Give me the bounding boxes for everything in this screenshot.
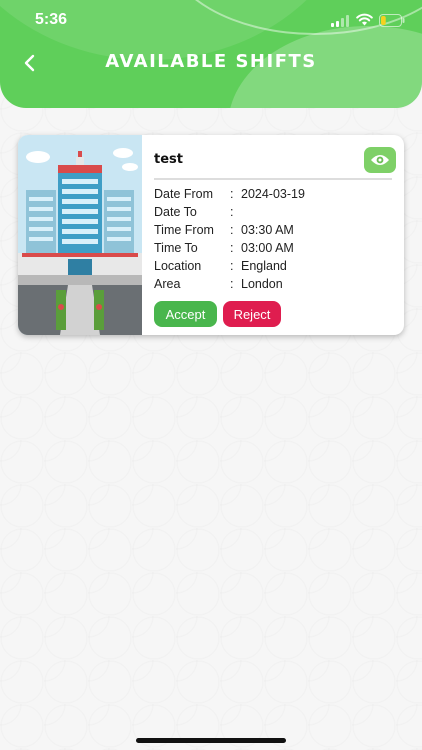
shift-info-list: Date From : 2024-03-19 Date To : Time Fr… (154, 185, 305, 293)
info-label: Area (154, 277, 181, 291)
info-label: Location (154, 259, 202, 273)
wifi-icon (356, 13, 373, 26)
info-value: London (241, 277, 283, 291)
hospital-building-image (18, 135, 142, 335)
view-shift-button[interactable] (364, 147, 396, 173)
info-value: 03:00 AM (241, 241, 294, 255)
info-row-date-from: Date From : 2024-03-19 (154, 185, 305, 203)
page-title: AVAILABLE SHIFTS (105, 51, 317, 72)
info-value: 03:30 AM (241, 223, 294, 237)
divider (154, 178, 392, 180)
info-label: Date To (154, 205, 197, 219)
info-separator: : (230, 241, 234, 255)
info-row-time-to: Time To : 03:00 AM (154, 239, 305, 257)
info-row-date-to: Date To : (154, 203, 305, 221)
app-header: 5:36 AVAILABLE SHIFTS (0, 0, 422, 108)
info-row-location: Location : England (154, 257, 305, 275)
info-row-area: Area : London (154, 275, 305, 293)
info-separator: : (230, 259, 234, 273)
info-value: 2024-03-19 (241, 187, 305, 201)
info-separator: : (230, 187, 234, 201)
shift-details: test Date From : 2024-03-19 Date To : Ti… (154, 135, 404, 335)
home-indicator (136, 738, 286, 743)
cellular-signal-icon (331, 15, 349, 27)
info-label: Date From (154, 187, 214, 201)
info-row-time-from: Time From : 03:30 AM (154, 221, 305, 239)
info-separator: : (230, 205, 234, 219)
info-value: England (241, 259, 287, 273)
accept-button[interactable]: Accept (154, 301, 217, 327)
battery-icon (379, 14, 405, 27)
status-bar: 5:36 (0, 0, 422, 40)
info-label: Time From (154, 223, 214, 237)
reject-button[interactable]: Reject (223, 301, 281, 327)
shift-card: test Date From : 2024-03-19 Date To : Ti… (18, 135, 404, 335)
info-label: Time To (154, 241, 198, 255)
status-time: 5:36 (35, 11, 68, 28)
info-separator: : (230, 223, 234, 237)
eye-icon (371, 155, 389, 165)
info-separator: : (230, 277, 234, 291)
shift-title: test (154, 152, 183, 167)
